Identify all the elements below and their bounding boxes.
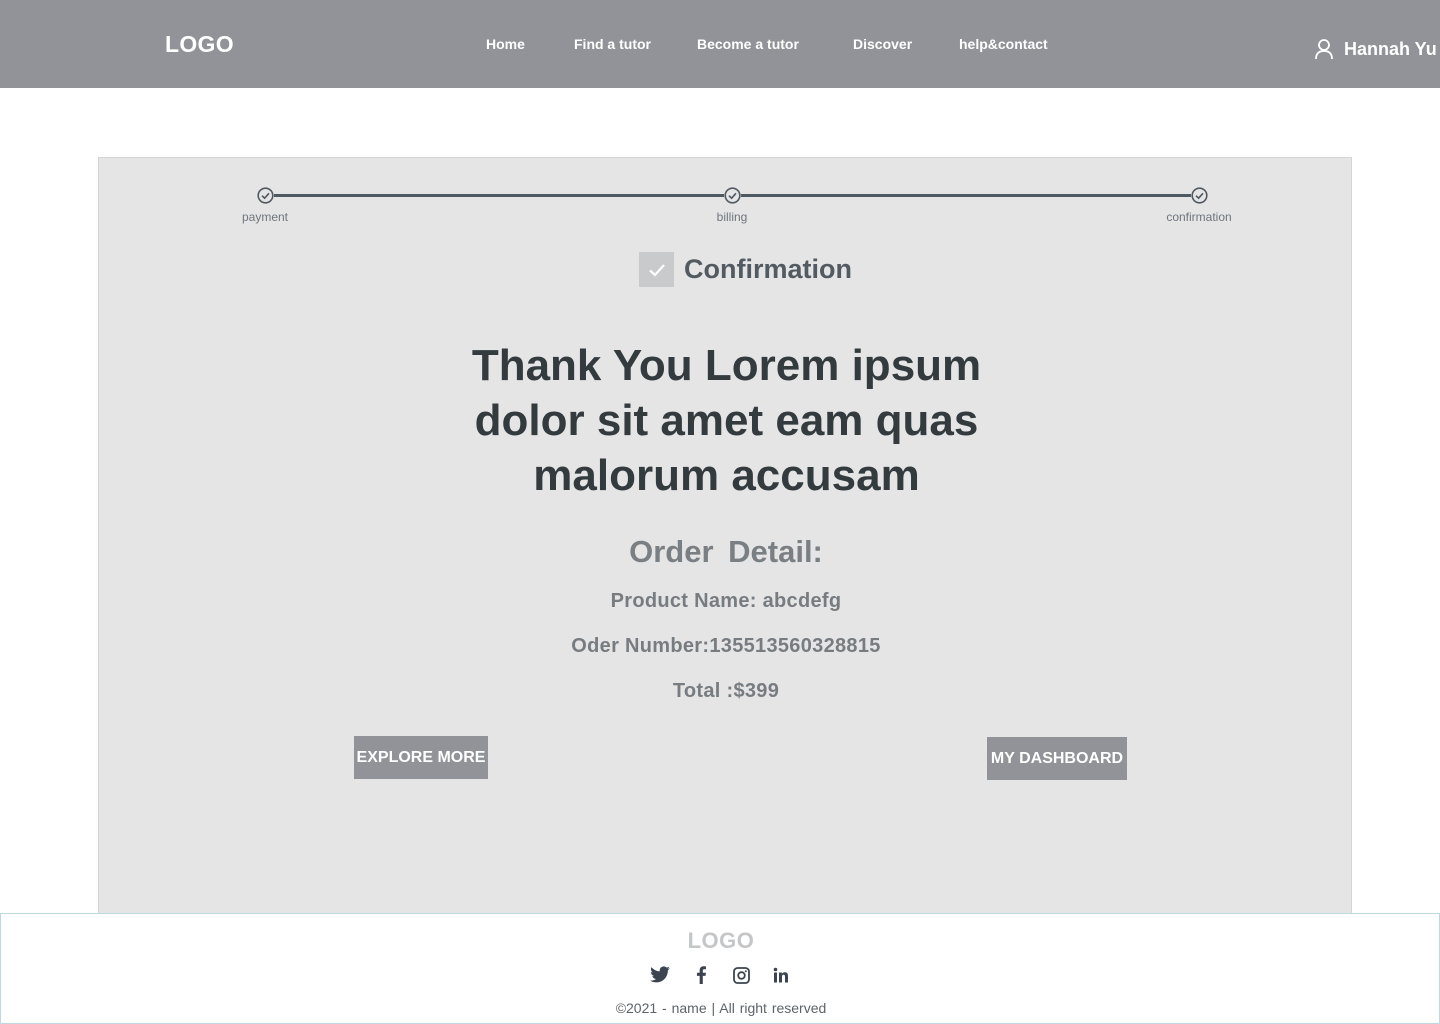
user-icon — [1314, 38, 1334, 60]
step-confirmation-check-icon — [1191, 187, 1208, 204]
confirmation-header: Confirmation — [639, 252, 852, 287]
step-payment-check-icon — [257, 187, 274, 204]
thank-you-message: Thank You Lorem ipsum dolor sit amet eam… — [471, 341, 982, 500]
my-dashboard-button[interactable]: MY DASHBOARD — [987, 737, 1127, 780]
order-detail-heading: Order Detail: — [629, 534, 823, 569]
copyright-text: ©2021 - name | All right reserved — [615, 1000, 827, 1016]
order-number: Oder Number:135513560328815 — [571, 635, 881, 657]
product-name: Product Name: abcdefg — [610, 590, 842, 612]
user-name: Hannah Yu — [1344, 38, 1437, 59]
order-total: Total :$399 — [672, 680, 780, 702]
footer: LOGO ©2021 - name | All right reserved — [0, 913, 1440, 1024]
twitter-icon[interactable] — [649, 964, 671, 986]
check-icon — [639, 252, 674, 287]
step-label-payment: payment — [241, 210, 289, 224]
nav-home[interactable]: Home — [486, 36, 525, 52]
nav-find-a-tutor[interactable]: Find a tutor — [574, 36, 651, 52]
facebook-icon[interactable] — [690, 964, 712, 986]
progress-line-1 — [274, 194, 724, 197]
header-logo[interactable]: LOGO — [165, 31, 234, 58]
step-label-confirmation: confirmation — [1166, 210, 1232, 224]
confirmation-card: payment billing confirmation Confirmatio… — [98, 157, 1352, 914]
linkedin-icon[interactable] — [770, 964, 792, 986]
step-label-billing: billing — [716, 210, 748, 224]
nav-help-contact[interactable]: help&contact — [959, 36, 1048, 52]
nav-discover[interactable]: Discover — [853, 36, 912, 52]
explore-more-button[interactable]: EXPLORE MORE — [354, 736, 488, 779]
instagram-icon[interactable] — [730, 964, 752, 986]
footer-logo[interactable]: LOGO — [1, 928, 1440, 954]
confirmation-title: Confirmation — [684, 254, 852, 284]
top-navbar: LOGO Home Find a tutor Become a tutor Di… — [0, 0, 1440, 88]
user-menu[interactable]: Hannah Yu — [1314, 38, 1437, 60]
nav-become-a-tutor[interactable]: Become a tutor — [697, 36, 799, 52]
step-billing-check-icon — [724, 187, 741, 204]
page: LOGO Home Find a tutor Become a tutor Di… — [0, 0, 1440, 1024]
progress-line-2 — [741, 194, 1191, 197]
